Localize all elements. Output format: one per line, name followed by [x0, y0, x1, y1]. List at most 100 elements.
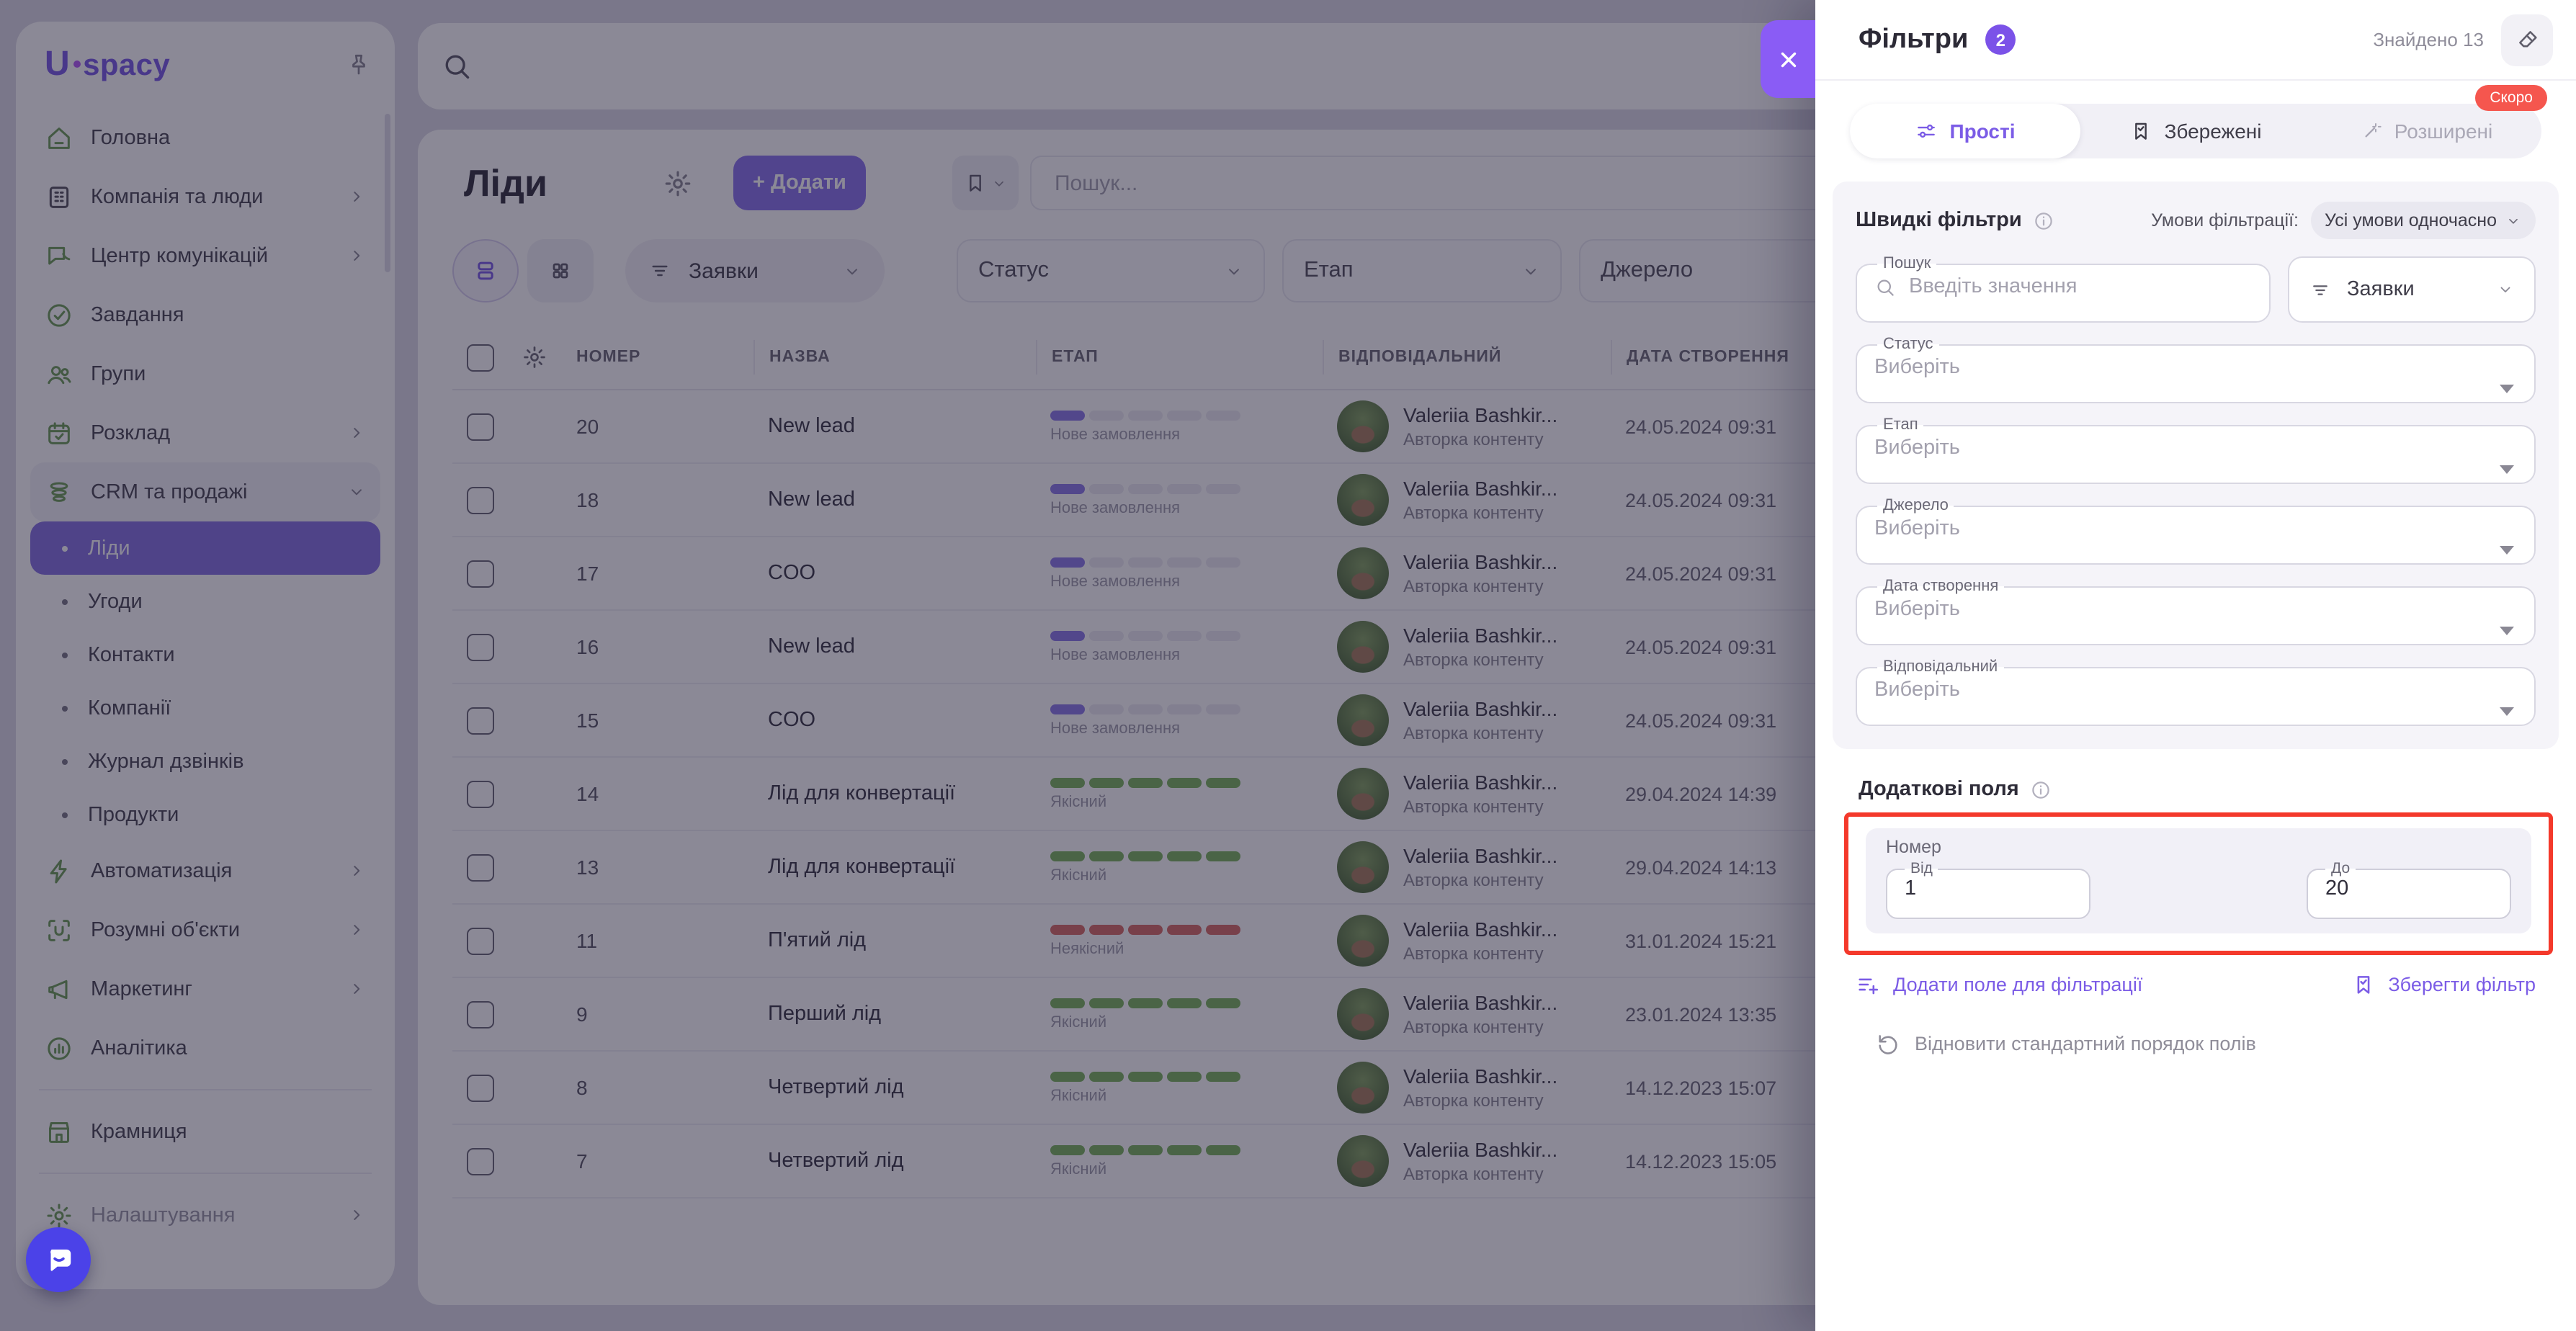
- lead-owner[interactable]: Valeriia Bashkir...Авторка контенту: [1323, 988, 1611, 1040]
- page-settings-icon[interactable]: [663, 168, 693, 198]
- clear-filters-button[interactable]: [2501, 14, 2553, 66]
- lead-owner[interactable]: Valeriia Bashkir...Авторка контенту: [1323, 547, 1611, 599]
- lead-stage[interactable]: Нове замовлення: [1036, 410, 1323, 443]
- select-all-checkbox[interactable]: [466, 344, 493, 371]
- lead-name[interactable]: Четвертий лід: [753, 1076, 1036, 1099]
- toolbar-select-етап[interactable]: Етап: [1282, 239, 1562, 302]
- row-checkbox[interactable]: [466, 1074, 493, 1101]
- sidebar-item-маркетинг[interactable]: Маркетинг: [30, 959, 380, 1018]
- lead-name[interactable]: Четвертий лід: [753, 1150, 1036, 1173]
- lead-stage[interactable]: Нове замовлення: [1036, 704, 1323, 737]
- lead-owner[interactable]: Valeriia Bashkir...Авторка контенту: [1323, 400, 1611, 452]
- filter-field-статус[interactable]: СтатусВиберіть: [1856, 337, 2536, 403]
- lead-name[interactable]: COO: [753, 562, 1036, 585]
- sidebar-item-контакти[interactable]: Контакти: [30, 628, 380, 681]
- sidebar-item-налаштування[interactable]: Налаштування: [30, 1186, 380, 1245]
- number-to-field[interactable]: До: [2307, 861, 2511, 919]
- uspacy-logo[interactable]: Uspacy: [45, 45, 170, 85]
- global-search-icon[interactable]: [441, 50, 473, 82]
- sidebar-item-крамниця[interactable]: Крамниця: [30, 1102, 380, 1161]
- toolbar-select-статус[interactable]: Статус: [957, 239, 1265, 302]
- filter-tab-прості[interactable]: Прості: [1850, 104, 2080, 158]
- sidebar-item-компанія-та-люди[interactable]: Компанія та люди: [30, 167, 380, 226]
- saved-search-button[interactable]: [952, 156, 1019, 210]
- entity-type-select[interactable]: Заявки: [625, 239, 885, 302]
- add-filter-field-button[interactable]: Додати поле для фільтрації: [1856, 972, 2142, 997]
- lead-stage[interactable]: Нове замовлення: [1036, 483, 1323, 516]
- chat-widget-button[interactable]: [26, 1227, 91, 1292]
- lead-stage[interactable]: Нове замовлення: [1036, 557, 1323, 590]
- sidebar-scrollbar[interactable]: [385, 114, 390, 272]
- lead-stage[interactable]: Якісний: [1036, 998, 1323, 1031]
- row-checkbox[interactable]: [466, 486, 493, 514]
- number-from-input[interactable]: [1902, 875, 2075, 901]
- table-settings-icon[interactable]: [522, 344, 547, 370]
- sidebar-item-журнал-дзвінків[interactable]: Журнал дзвінків: [30, 735, 380, 788]
- sidebar-item-автоматизація[interactable]: Автоматизація: [30, 841, 380, 900]
- pin-sidebar-icon[interactable]: [346, 52, 372, 78]
- lead-name[interactable]: New lead: [753, 415, 1036, 438]
- sidebar-item-головна[interactable]: Головна: [30, 108, 380, 167]
- column-header-owner[interactable]: ВІДПОВІДАЛЬНИЙ: [1323, 340, 1611, 375]
- row-checkbox[interactable]: [466, 1000, 493, 1028]
- lead-name[interactable]: Лід для конвертації: [753, 782, 1036, 805]
- lead-name[interactable]: Перший лід: [753, 1003, 1036, 1026]
- row-checkbox[interactable]: [466, 707, 493, 734]
- lead-name[interactable]: Лід для конвертації: [753, 856, 1036, 879]
- lead-owner[interactable]: Valeriia Bashkir...Авторка контенту: [1323, 1062, 1611, 1113]
- number-from-field[interactable]: Від: [1886, 861, 2090, 919]
- filter-field-етап[interactable]: ЕтапВиберіть: [1856, 418, 2536, 484]
- lead-owner[interactable]: Valeriia Bashkir...Авторка контенту: [1323, 694, 1611, 746]
- sidebar-item-crm-та-продажі[interactable]: CRM та продажі: [30, 462, 380, 521]
- sidebar-item-розумні-об-єкти[interactable]: Розумні об'єкти: [30, 900, 380, 959]
- lead-owner[interactable]: Valeriia Bashkir...Авторка контенту: [1323, 621, 1611, 673]
- lead-owner[interactable]: Valeriia Bashkir...Авторка контенту: [1323, 1135, 1611, 1187]
- row-checkbox[interactable]: [466, 927, 493, 954]
- sidebar-item-розклад[interactable]: Розклад: [30, 403, 380, 462]
- lead-stage[interactable]: Якісний: [1036, 777, 1323, 810]
- column-header-num[interactable]: НОМЕР: [562, 340, 753, 375]
- column-header-stage[interactable]: ЕТАП: [1036, 340, 1323, 375]
- number-to-input[interactable]: [2322, 875, 2495, 901]
- row-checkbox[interactable]: [466, 633, 493, 660]
- row-checkbox[interactable]: [466, 1147, 493, 1175]
- lead-stage[interactable]: Якісний: [1036, 1071, 1323, 1104]
- kanban-view-button[interactable]: [527, 239, 594, 302]
- row-checkbox[interactable]: [466, 560, 493, 587]
- close-drawer-button[interactable]: [1761, 20, 1815, 98]
- filter-field-джерело[interactable]: ДжерелоВиберіть: [1856, 498, 2536, 565]
- add-lead-button[interactable]: + Додати: [733, 156, 866, 210]
- lead-name[interactable]: COO: [753, 709, 1036, 732]
- save-filter-button[interactable]: Зберегти фільтр: [2351, 972, 2536, 997]
- list-view-button[interactable]: [452, 239, 519, 302]
- lead-name[interactable]: New lead: [753, 635, 1036, 658]
- column-header-name[interactable]: НАЗВА: [753, 340, 1036, 375]
- lead-owner[interactable]: Valeriia Bashkir...Авторка контенту: [1323, 841, 1611, 893]
- lead-name[interactable]: П'ятий лід: [753, 929, 1036, 952]
- lead-stage[interactable]: Якісний: [1036, 851, 1323, 884]
- panel-search-field[interactable]: Пошук: [1856, 256, 2271, 323]
- lead-stage[interactable]: Нове замовлення: [1036, 630, 1323, 663]
- row-checkbox[interactable]: [466, 853, 493, 881]
- filter-field-відповідальний[interactable]: ВідповідальнийВиберіть: [1856, 660, 2536, 726]
- sidebar-item-центр-комунікацій[interactable]: Центр комунікацій: [30, 226, 380, 285]
- filter-field-дата-створення[interactable]: Дата створенняВиберіть: [1856, 579, 2536, 645]
- reset-field-order-button[interactable]: Відновити стандартний порядок полів: [1876, 1031, 2256, 1056]
- panel-entity-type-select[interactable]: Заявки: [2288, 256, 2536, 323]
- sidebar-item-ліди[interactable]: Ліди: [30, 521, 380, 575]
- row-checkbox[interactable]: [466, 413, 493, 440]
- lead-owner[interactable]: Valeriia Bashkir...Авторка контенту: [1323, 768, 1611, 820]
- filter-tab-збережені[interactable]: Збережені: [2080, 104, 2311, 158]
- sidebar-item-продукти[interactable]: Продукти: [30, 788, 380, 841]
- panel-search-input[interactable]: [1906, 274, 2252, 300]
- sidebar-item-завдання[interactable]: Завдання: [30, 285, 380, 344]
- lead-owner[interactable]: Valeriia Bashkir...Авторка контенту: [1323, 474, 1611, 526]
- lead-stage[interactable]: Якісний: [1036, 1144, 1323, 1178]
- row-checkbox[interactable]: [466, 780, 493, 807]
- filter-tab-розширені[interactable]: Розширені: [2311, 104, 2541, 158]
- lead-stage[interactable]: Неякісний: [1036, 924, 1323, 957]
- lead-owner[interactable]: Valeriia Bashkir...Авторка контенту: [1323, 915, 1611, 967]
- sidebar-item-групи[interactable]: Групи: [30, 344, 380, 403]
- sidebar-item-аналітика[interactable]: Аналітика: [30, 1018, 380, 1077]
- conditions-select[interactable]: Усі умови одночасно: [2310, 202, 2536, 239]
